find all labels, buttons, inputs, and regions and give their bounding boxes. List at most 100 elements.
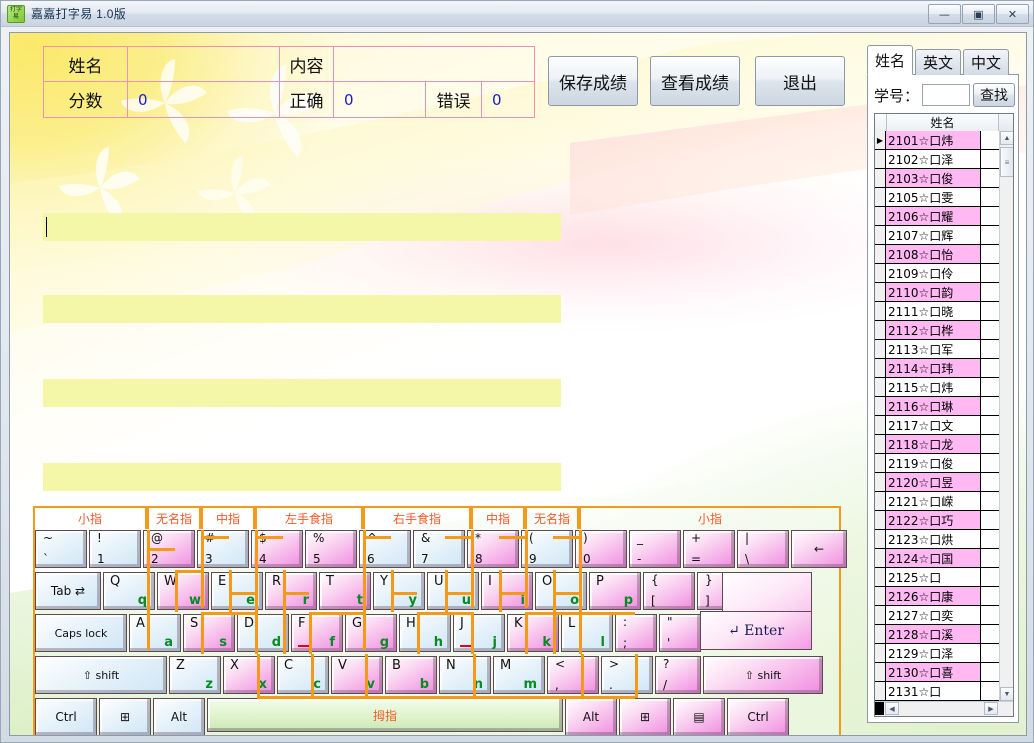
grid-row[interactable]: 2120☆口昱 — [875, 473, 999, 492]
grid-horizontal-scrollbar[interactable]: ◀ ▶ — [875, 701, 1013, 716]
student-id-input[interactable] — [922, 84, 970, 106]
key-a[interactable]: Aa — [129, 614, 181, 652]
key-1[interactable]: !1 — [89, 530, 141, 568]
vertical-scroll-thumb[interactable]: ≡ — [1000, 147, 1014, 177]
tab-english[interactable]: 英文 — [915, 49, 961, 75]
key-s[interactable]: Ss — [183, 614, 235, 652]
grid-row[interactable]: 2106☆口耀 — [875, 207, 999, 226]
key-m[interactable]: Mm — [493, 656, 545, 694]
key-l[interactable]: Ll — [561, 614, 613, 652]
scroll-down-icon[interactable]: ▼ — [1000, 687, 1014, 701]
shift-left-key[interactable]: ⇧ shift — [35, 656, 167, 694]
ctrl-left-key[interactable]: Ctrl — [35, 698, 97, 736]
space-bar-key[interactable]: 拇指 — [207, 698, 563, 732]
key-0[interactable]: )0 — [575, 530, 627, 568]
grid-row[interactable]: 2115☆口炜 — [875, 378, 999, 397]
typing-line-4[interactable] — [43, 463, 561, 491]
grid-row[interactable]: 2112☆口桦 — [875, 321, 999, 340]
alt-right-key[interactable]: Alt — [565, 698, 617, 736]
typing-line-1[interactable] — [43, 213, 561, 241]
typing-line-2[interactable] — [43, 295, 561, 323]
close-button[interactable]: ✕ — [996, 4, 1029, 24]
key-y[interactable]: Yy — [373, 572, 425, 610]
grid-row[interactable]: 2124☆口国 — [875, 549, 999, 568]
grid-body[interactable]: ▶2101☆口炜2102☆口泽2103☆口俊2105☆口雯2106☆口耀2107… — [875, 131, 999, 701]
key-\[interactable]: |\ — [737, 530, 789, 568]
tab-key[interactable]: Tab ⇄ — [35, 572, 101, 610]
grid-row[interactable]: 2128☆口溪 — [875, 625, 999, 644]
grid-row[interactable]: 2131☆口 — [875, 682, 999, 701]
key-.[interactable]: >. — [601, 656, 653, 694]
shift-right-key[interactable]: ⇧ shift — [703, 656, 823, 694]
key-h[interactable]: Hh — [399, 614, 451, 652]
key-n[interactable]: Nn — [439, 656, 491, 694]
grid-row[interactable]: 2105☆口雯 — [875, 188, 999, 207]
key-=[interactable]: += — [683, 530, 735, 568]
caps-lock-key[interactable]: Caps lock — [35, 614, 127, 652]
scroll-right-icon[interactable]: ▶ — [984, 702, 998, 715]
alt-left-key[interactable]: Alt — [153, 698, 205, 736]
grid-row[interactable]: 2102☆口泽 — [875, 150, 999, 169]
key-;[interactable]: :; — [615, 614, 657, 652]
key-z[interactable]: Zz — [169, 656, 221, 694]
view-score-button[interactable]: 查看成绩 — [650, 56, 740, 106]
key-f[interactable]: Ff — [291, 614, 343, 652]
tab-chinese[interactable]: 中文 — [963, 49, 1009, 75]
grid-row[interactable]: 2117☆口文 — [875, 416, 999, 435]
exit-button[interactable]: 退出 — [755, 56, 845, 106]
maximize-button[interactable]: ▣ — [962, 4, 995, 24]
key-b[interactable]: Bb — [385, 656, 437, 694]
grid-row[interactable]: 2103☆口俊 — [875, 169, 999, 188]
grid-row[interactable]: 2111☆口晓 — [875, 302, 999, 321]
key-c[interactable]: Cc — [277, 656, 329, 694]
grid-row[interactable]: 2123☆口烘 — [875, 530, 999, 549]
grid-row[interactable]: 2129☆口泽 — [875, 644, 999, 663]
minimize-button[interactable]: — — [928, 4, 961, 24]
grid-row[interactable]: 2122☆口巧 — [875, 511, 999, 530]
scroll-up-icon[interactable]: ▲ — [1000, 131, 1014, 145]
grid-header-name[interactable]: 姓名 — [887, 114, 999, 131]
key--[interactable]: _- — [629, 530, 681, 568]
key-j[interactable]: Jj — [453, 614, 505, 652]
ctrl-right-key[interactable]: Ctrl — [727, 698, 789, 736]
grid-row[interactable]: 2113☆口军 — [875, 340, 999, 359]
grid-row[interactable]: 2127☆口奕 — [875, 606, 999, 625]
key-,[interactable]: <, — [547, 656, 599, 694]
key-d[interactable]: Dd — [237, 614, 289, 652]
grid-vertical-scrollbar[interactable]: ▲ ≡ ▼ — [999, 131, 1013, 701]
typing-line-3[interactable] — [43, 379, 561, 407]
grid-row[interactable]: ▶2101☆口炜 — [875, 131, 999, 150]
windows-right-key[interactable]: ⊞ — [619, 698, 671, 736]
key-k[interactable]: Kk — [507, 614, 559, 652]
grid-row[interactable]: 2114☆口玮 — [875, 359, 999, 378]
key-v[interactable]: Vv — [331, 656, 383, 694]
windows-left-key[interactable]: ⊞ — [99, 698, 151, 736]
typing-area[interactable] — [43, 183, 561, 488]
grid-row[interactable]: 2116☆口琳 — [875, 397, 999, 416]
grid-row[interactable]: 2126☆口康 — [875, 587, 999, 606]
save-score-button[interactable]: 保存成绩 — [548, 56, 638, 106]
enter-key[interactable]: ↵ Enter — [700, 611, 812, 650]
tab-name[interactable]: 姓名 — [867, 45, 913, 75]
search-button[interactable]: 查找 — [973, 83, 1015, 107]
backspace-key[interactable]: ← — [791, 530, 847, 568]
key-p[interactable]: Pp — [589, 572, 641, 610]
key-'[interactable]: "' — [659, 614, 701, 652]
grid-row[interactable]: 2109☆口伶 — [875, 264, 999, 283]
key-g[interactable]: Gg — [345, 614, 397, 652]
grid-row[interactable]: 2118☆口龙 — [875, 435, 999, 454]
grid-row[interactable]: 2121☆口嵘 — [875, 492, 999, 511]
grid-row[interactable]: 2130☆口喜 — [875, 663, 999, 682]
grid-row[interactable]: 2125☆口 — [875, 568, 999, 587]
key-r[interactable]: Rr — [265, 572, 317, 610]
scroll-left-icon[interactable]: ◀ — [885, 702, 899, 715]
key-[[interactable]: {[ — [643, 572, 695, 610]
menu-key-key[interactable]: ▤ — [673, 698, 725, 736]
grid-row[interactable]: 2119☆口俊 — [875, 454, 999, 473]
grid-row[interactable]: 2108☆口怡 — [875, 245, 999, 264]
key-x[interactable]: Xx — [223, 656, 275, 694]
enter-key-upper[interactable] — [722, 572, 812, 612]
grid-row[interactable]: 2107☆口辉 — [875, 226, 999, 245]
key-5[interactable]: %5 — [305, 530, 357, 568]
key-`[interactable]: ~` — [35, 530, 87, 568]
